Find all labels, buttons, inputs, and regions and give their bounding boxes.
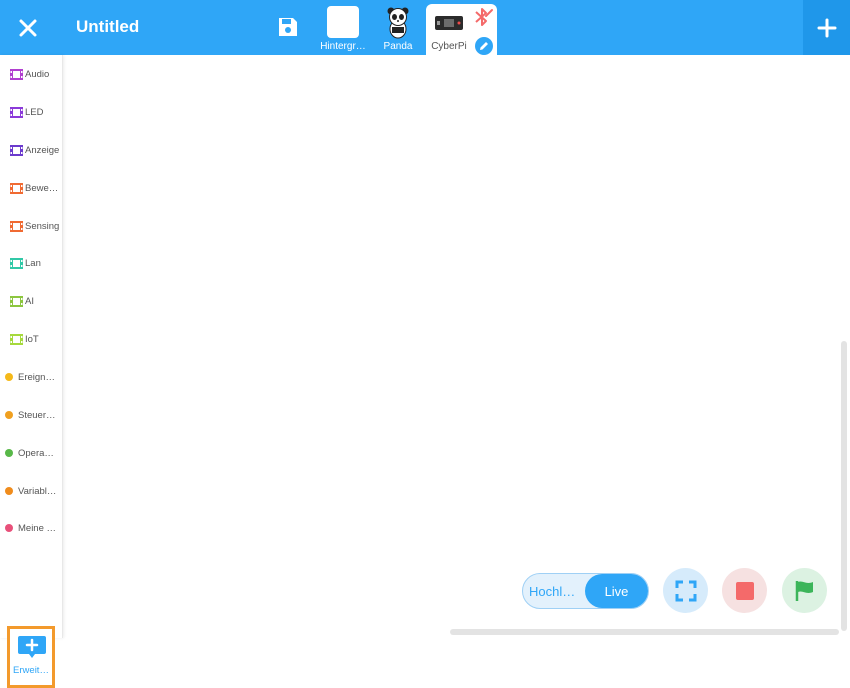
category-item[interactable]: Opera… (0, 443, 62, 463)
category-label: LED (25, 106, 44, 118)
category-dot-icon (5, 411, 13, 419)
save-icon (279, 18, 297, 36)
bluetooth-disconnected-icon (475, 8, 493, 26)
live-mode-option[interactable]: Live (585, 574, 648, 608)
add-extension-icon (18, 636, 46, 658)
fullscreen-button[interactable] (663, 568, 708, 613)
top-bar: Untitled Hintergr… Panda CyberPi (0, 0, 850, 55)
category-item[interactable]: Audio (0, 64, 62, 84)
category-label: Opera… (18, 447, 54, 459)
category-dot-icon (5, 524, 13, 532)
add-sprite-button[interactable] (803, 0, 850, 55)
upload-mode-option[interactable]: Hochl… (529, 584, 575, 599)
stop-icon (735, 581, 754, 600)
device-category-icon (10, 333, 23, 345)
category-label: Meine … (18, 522, 57, 534)
device-category-icon (10, 182, 23, 194)
category-item[interactable]: Sensing (0, 216, 62, 236)
scripts-canvas[interactable] (64, 55, 850, 638)
device-category-icon (10, 257, 23, 269)
device-category-icon (10, 144, 23, 156)
category-item[interactable]: Ereign… (0, 367, 62, 387)
edit-sprite-button[interactable] (475, 37, 493, 55)
tab-label: Hintergr… (320, 41, 366, 52)
category-label: Ereign… (18, 371, 55, 383)
plus-icon (817, 18, 836, 37)
tab-cyberpi[interactable]: CyberPi (426, 4, 497, 55)
category-label: Sensing (25, 220, 60, 232)
close-icon (19, 19, 36, 36)
category-item[interactable]: IoT (0, 329, 62, 349)
cyberpi-device-thumbnail (435, 16, 463, 30)
backdrop-thumbnail (327, 6, 359, 38)
extension-label: Erweit… (13, 665, 49, 676)
device-category-icon (10, 68, 23, 80)
category-item[interactable]: Steuer… (0, 405, 62, 425)
category-item[interactable]: Anzeige (0, 140, 62, 160)
category-label: AI (25, 295, 34, 307)
fullscreen-icon (675, 580, 696, 601)
tab-label: Panda (383, 41, 413, 52)
run-button[interactable] (782, 568, 827, 613)
stop-button[interactable] (722, 568, 767, 613)
extension-button[interactable]: Erweit… (7, 626, 55, 688)
category-dot-icon (5, 487, 13, 495)
category-item[interactable]: Meine … (0, 518, 62, 538)
tab-panda[interactable]: Panda (371, 4, 425, 55)
category-label: Audio (25, 68, 50, 80)
category-label: Bewe… (25, 182, 59, 194)
category-item[interactable]: AI (0, 291, 62, 311)
panda-sprite-thumbnail (387, 7, 409, 39)
category-item[interactable]: Variabl… (0, 481, 62, 501)
category-item[interactable]: Lan (0, 253, 62, 273)
category-dot-icon (5, 449, 13, 457)
device-category-icon (10, 295, 23, 307)
tab-backdrop[interactable]: Hintergr… (316, 4, 370, 55)
category-label: Lan (25, 257, 41, 269)
green-flag-icon (795, 580, 813, 601)
device-category-icon (10, 220, 23, 232)
close-button[interactable] (0, 0, 55, 55)
category-label: Variabl… (18, 485, 57, 497)
vertical-scrollbar[interactable] (841, 341, 847, 631)
mode-toggle[interactable]: Hochl… Live (522, 573, 649, 609)
category-label: Anzeige (25, 144, 60, 156)
tab-label: CyberPi (431, 41, 467, 52)
save-button[interactable] (276, 15, 300, 39)
category-label: IoT (25, 333, 39, 345)
category-label: Steuer… (18, 409, 56, 421)
category-item[interactable]: LED (0, 102, 62, 122)
horizontal-scrollbar[interactable] (450, 629, 839, 635)
category-dot-icon (5, 373, 13, 381)
block-category-sidebar: Audio LED Anzeige Bewe… Sensing Lan AI IoT Ereig… (0, 55, 63, 688)
category-item[interactable]: Bewe… (0, 178, 62, 198)
edit-pencil-icon (480, 42, 488, 50)
device-category-icon (10, 106, 23, 118)
project-title[interactable]: Untitled (76, 17, 139, 37)
